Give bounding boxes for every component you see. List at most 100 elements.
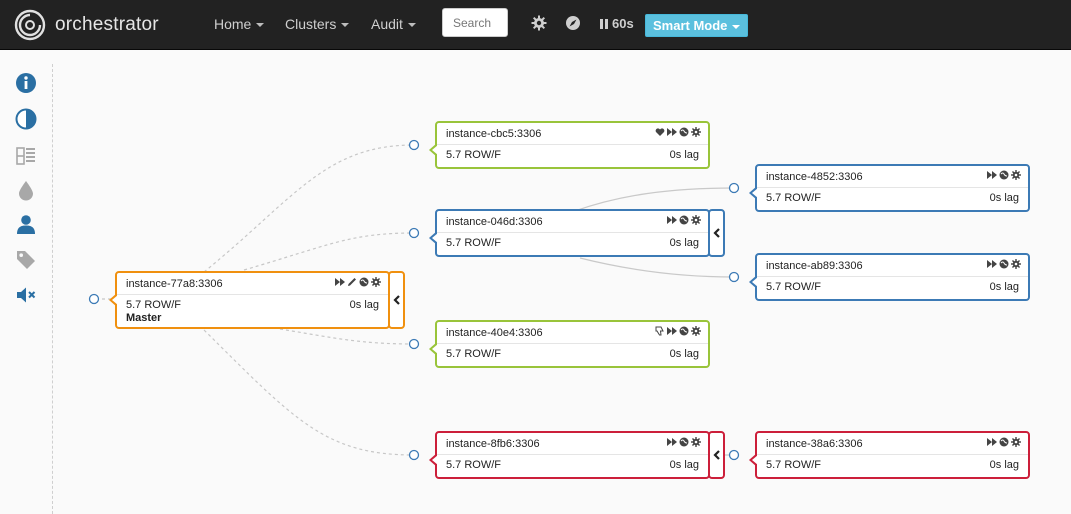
node-header: instance-40e4:3306 — [437, 322, 708, 344]
globe-icon[interactable] — [679, 127, 689, 137]
forward-icon[interactable] — [987, 259, 997, 269]
instance-lag: 0s lag — [669, 237, 699, 249]
instance-version: 5.7 ROW/F — [126, 299, 182, 311]
globe-icon[interactable] — [359, 277, 369, 287]
instance-name: instance-40e4:3306 — [446, 327, 543, 339]
collapse-046d-button[interactable] — [708, 209, 725, 257]
node-icons — [667, 215, 701, 225]
gear-icon[interactable] — [371, 277, 381, 287]
node-body: 5.7 ROW/F 0s lag — [757, 455, 1028, 471]
master-anchor-dot[interactable] — [88, 293, 100, 305]
instance-version: 5.7 ROW/F — [446, 348, 502, 360]
forward-icon[interactable] — [667, 215, 677, 225]
globe-icon[interactable] — [999, 259, 1009, 269]
chevron-left-icon — [393, 295, 400, 305]
instance-node-4852[interactable]: instance-4852:3306 5.7 ROW/F 0s lag — [749, 164, 1030, 212]
node-icons — [987, 437, 1021, 447]
38a6-anchor-dot[interactable] — [728, 449, 740, 461]
chevron-left-icon — [713, 450, 720, 460]
forward-icon[interactable] — [667, 127, 677, 137]
forward-icon[interactable] — [987, 437, 997, 447]
node-icons — [655, 326, 701, 336]
instance-name: instance-ab89:3306 — [766, 260, 863, 272]
node-header: instance-ab89:3306 — [757, 255, 1028, 277]
gear-icon[interactable] — [1011, 259, 1021, 269]
forward-icon[interactable] — [667, 326, 677, 336]
link-master-8fb6 — [203, 329, 415, 456]
node-body: 5.7 ROW/F 0s lag — [437, 233, 708, 249]
046d-anchor-dot[interactable] — [408, 227, 420, 239]
globe-icon[interactable] — [679, 326, 689, 336]
instance-version: 5.7 ROW/F — [766, 281, 822, 293]
instance-lag: 0s lag — [989, 281, 1019, 293]
40e4-anchor-dot[interactable] — [408, 338, 420, 350]
instance-version: 5.7 ROW/F — [766, 459, 822, 471]
instance-lag: 0s lag — [669, 149, 699, 161]
node-header: instance-cbc5:3306 — [437, 123, 708, 145]
instance-name: instance-77a8:3306 — [126, 278, 223, 290]
node-header: instance-046d:3306 — [437, 211, 708, 233]
pencil-icon[interactable] — [347, 277, 357, 287]
node-icons — [987, 259, 1021, 269]
instance-node-046d[interactable]: instance-046d:3306 5.7 ROW/F 0s lag — [429, 209, 710, 257]
instance-version: 5.7 ROW/F — [446, 459, 502, 471]
node-header: instance-77a8:3306 — [117, 273, 388, 295]
instance-name: instance-4852:3306 — [766, 171, 863, 183]
link-master-40e4 — [279, 328, 415, 345]
node-icons — [335, 277, 381, 287]
chevron-left-icon — [713, 228, 720, 238]
node-body: 5.7 ROW/F 0s lag — [437, 455, 708, 471]
instance-node-master[interactable]: instance-77a8:3306 5.7 ROW/F 0s lag Mast… — [109, 271, 390, 329]
globe-icon[interactable] — [679, 215, 689, 225]
gear-icon[interactable] — [691, 437, 701, 447]
node-header: instance-38a6:3306 — [757, 433, 1028, 455]
node-icons — [655, 127, 701, 137]
link-master-cbc5 — [203, 144, 415, 273]
8fb6-anchor-dot[interactable] — [408, 449, 420, 461]
instance-lag: 0s lag — [669, 459, 699, 471]
link-046d-4852 — [574, 187, 735, 212]
gear-icon[interactable] — [691, 127, 701, 137]
instance-lag: 0s lag — [669, 348, 699, 360]
instance-node-cbc5[interactable]: instance-cbc5:3306 5.7 ROW/F 0s lag — [429, 121, 710, 169]
forward-icon[interactable] — [987, 170, 997, 180]
gear-icon[interactable] — [1011, 437, 1021, 447]
globe-icon[interactable] — [999, 437, 1009, 447]
node-header: instance-8fb6:3306 — [437, 433, 708, 455]
heart-icon[interactable] — [655, 127, 665, 137]
instance-name: instance-046d:3306 — [446, 216, 543, 228]
instance-name: instance-8fb6:3306 — [446, 438, 540, 450]
instance-node-40e4[interactable]: instance-40e4:3306 5.7 ROW/F 0s lag — [429, 320, 710, 368]
gear-icon[interactable] — [691, 215, 701, 225]
instance-node-ab89[interactable]: instance-ab89:3306 5.7 ROW/F 0s lag — [749, 253, 1030, 301]
node-header: instance-4852:3306 — [757, 166, 1028, 188]
globe-icon[interactable] — [679, 437, 689, 447]
forward-icon[interactable] — [667, 437, 677, 447]
instance-lag: 0s lag — [989, 459, 1019, 471]
instance-node-38a6[interactable]: instance-38a6:3306 5.7 ROW/F 0s lag — [749, 431, 1030, 479]
instance-name: instance-cbc5:3306 — [446, 128, 542, 140]
collapse-master-button[interactable] — [388, 271, 405, 329]
node-body: 5.7 ROW/F 0s lag — [757, 188, 1028, 204]
node-icons — [667, 437, 701, 447]
gear-icon[interactable] — [691, 326, 701, 336]
instance-node-8fb6[interactable]: instance-8fb6:3306 5.7 ROW/F 0s lag — [429, 431, 710, 479]
ab89-anchor-dot[interactable] — [728, 271, 740, 283]
instance-lag: 0s lag — [989, 192, 1019, 204]
instance-version: 5.7 ROW/F — [766, 192, 822, 204]
globe-icon[interactable] — [999, 170, 1009, 180]
cbc5-anchor-dot[interactable] — [408, 139, 420, 151]
link-046d-ab89 — [579, 257, 735, 278]
instance-role: Master — [126, 312, 162, 324]
instance-version: 5.7 ROW/F — [446, 237, 502, 249]
instance-name: instance-38a6:3306 — [766, 438, 863, 450]
instance-version: 5.7 ROW/F — [446, 149, 502, 161]
node-body: 5.7 ROW/F 0s lag — [437, 145, 708, 161]
thumbs-down-icon[interactable] — [655, 326, 665, 336]
collapse-8fb6-button[interactable] — [708, 431, 725, 479]
gear-icon[interactable] — [1011, 170, 1021, 180]
node-icons — [987, 170, 1021, 180]
4852-anchor-dot[interactable] — [728, 182, 740, 194]
forward-icon[interactable] — [335, 277, 345, 287]
node-body: 5.7 ROW/F 0s lag — [757, 277, 1028, 293]
